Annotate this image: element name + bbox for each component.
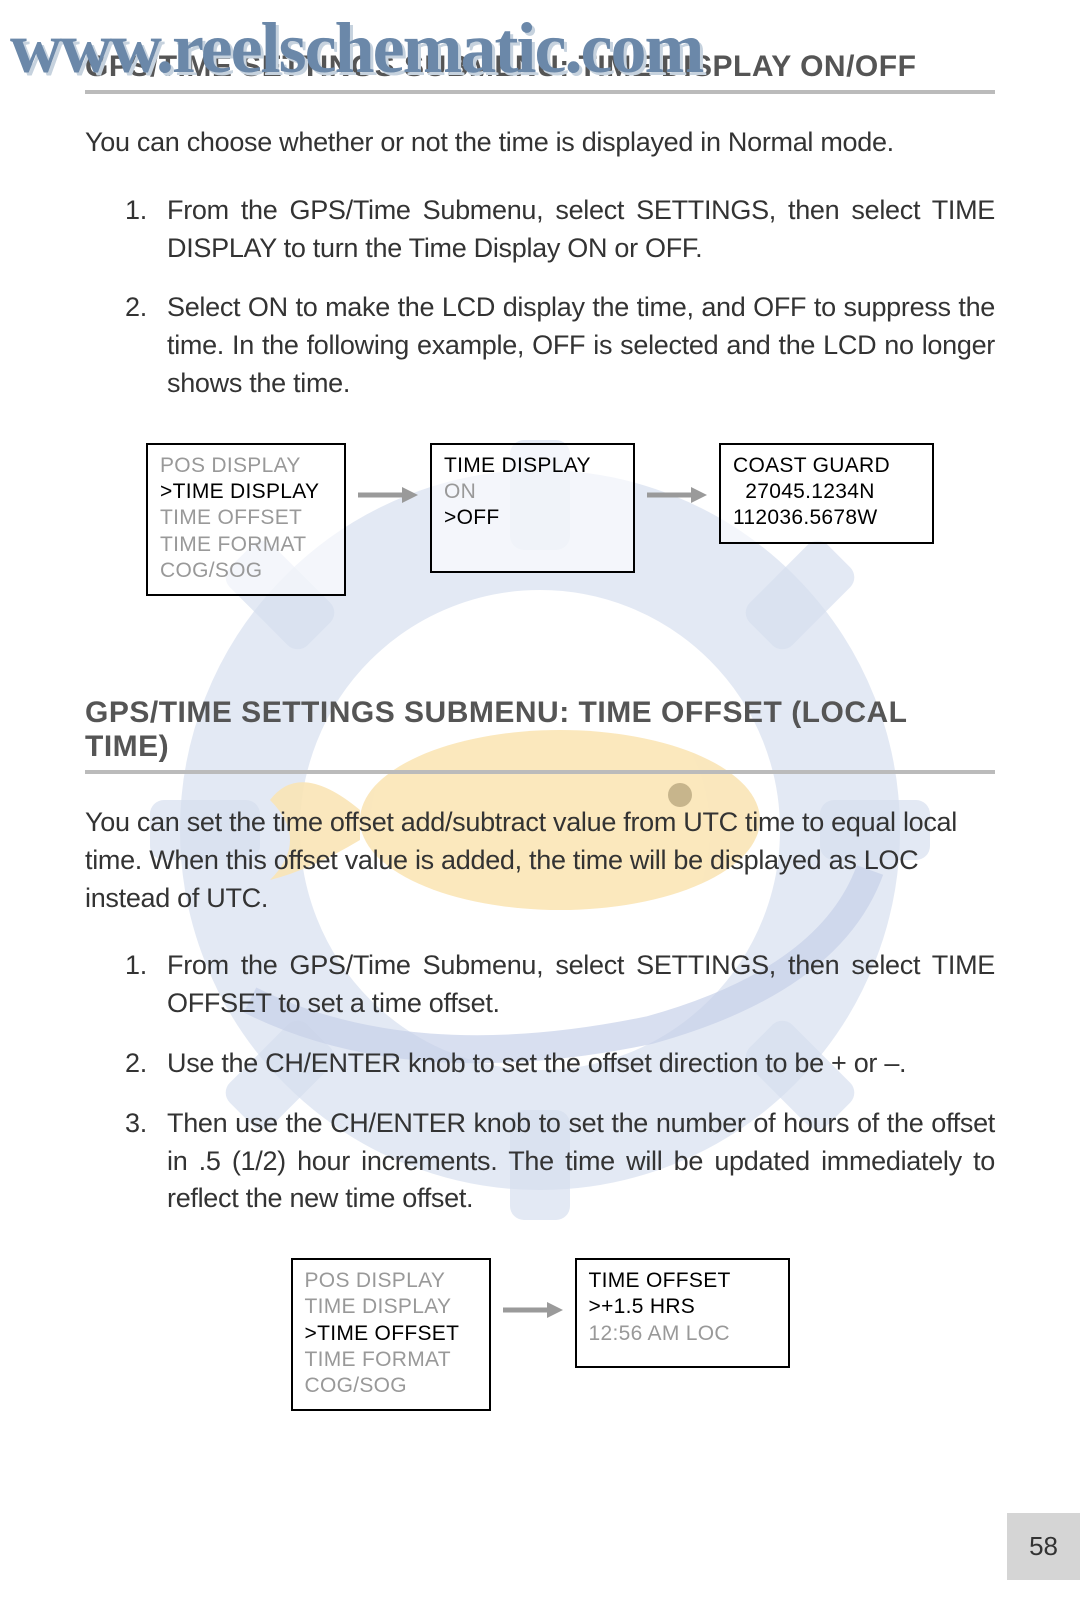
lcd-box-coast-guard: COAST GUARD 27045.1234N112036.5678W (719, 443, 934, 544)
section2-step-3: 3.Then use the CH/ENTER knob to set the … (125, 1105, 995, 1218)
section2-step-2: 2.Use the CH/ENTER knob to set the offse… (125, 1045, 995, 1083)
section2-diagram: POS DISPLAYTIME DISPLAY>TIME OFFSETTIME … (85, 1258, 995, 1411)
section1-step-1: 1.From the GPS/Time Submenu, select SETT… (125, 192, 995, 268)
section2-step-1: 1.From the GPS/Time Submenu, select SETT… (125, 947, 995, 1023)
section1-steps: 1.From the GPS/Time Submenu, select SETT… (85, 192, 995, 403)
arrow-right-icon (358, 485, 418, 505)
lcd-box-time-display: TIME DISPLAYON>OFF (430, 443, 635, 573)
section1-heading: GPS/TIME SETTINGS SUBMENU: TIME DISPLAY … (85, 50, 995, 94)
arrow-right-icon (647, 485, 707, 505)
lcd-box-settings-menu: POS DISPLAYTIME DISPLAY>TIME OFFSETTIME … (291, 1258, 491, 1411)
arrow-right-icon (503, 1300, 563, 1320)
section1-step-2: 2.Select ON to make the LCD display the … (125, 289, 995, 402)
section1-diagram: POS DISPLAY>TIME DISPLAYTIME OFFSETTIME … (85, 443, 995, 596)
lcd-box-time-offset: TIME OFFSET>+1.5 HRS12:56 AM LOC (575, 1258, 790, 1368)
lcd-box-settings-menu: POS DISPLAY>TIME DISPLAYTIME OFFSETTIME … (146, 443, 346, 596)
page-number: 58 (1007, 1513, 1080, 1580)
section2-steps: 1.From the GPS/Time Submenu, select SETT… (85, 947, 995, 1218)
section2-intro: You can set the time offset add/subtract… (85, 804, 995, 917)
section1-intro: You can choose whether or not the time i… (85, 124, 995, 162)
section2-heading: GPS/TIME SETTINGS SUBMENU: TIME OFFSET (… (85, 696, 995, 774)
